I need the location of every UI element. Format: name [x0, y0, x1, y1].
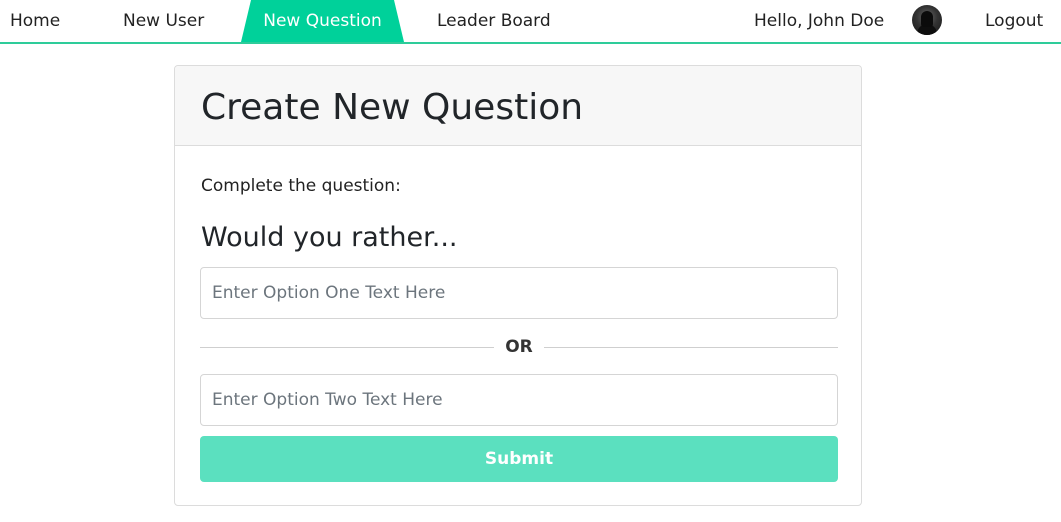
or-divider-right: [544, 347, 838, 348]
complete-question-label: Complete the question:: [201, 176, 401, 196]
submit-button[interactable]: Submit: [200, 436, 838, 482]
nav-new-user-link[interactable]: New User: [123, 0, 204, 42]
would-you-rather-heading: Would you rather...: [201, 222, 458, 253]
nav-leader-board-link[interactable]: Leader Board: [437, 0, 551, 42]
or-separator: OR: [200, 336, 838, 360]
user-greeting: Hello, John Doe: [754, 11, 885, 31]
nav-new-question-label: New Question: [263, 11, 382, 31]
new-question-card: Create New Question Complete the questio…: [174, 65, 862, 506]
top-navbar: Home New User New Question Leader Board …: [0, 0, 1061, 44]
nav-logout-link[interactable]: Logout: [985, 0, 1043, 42]
avatar-helmet-shape: [921, 11, 933, 27]
or-divider-left: [200, 347, 494, 348]
option-two-input[interactable]: [200, 374, 838, 426]
page-title: Create New Question: [201, 87, 584, 128]
card-header: Create New Question: [175, 66, 861, 146]
or-label: OR: [505, 337, 533, 357]
nav-new-question-tab[interactable]: New Question: [241, 0, 404, 42]
nav-home-link[interactable]: Home: [10, 0, 60, 42]
user-avatar-icon: [912, 5, 942, 35]
option-one-input[interactable]: [200, 267, 838, 319]
